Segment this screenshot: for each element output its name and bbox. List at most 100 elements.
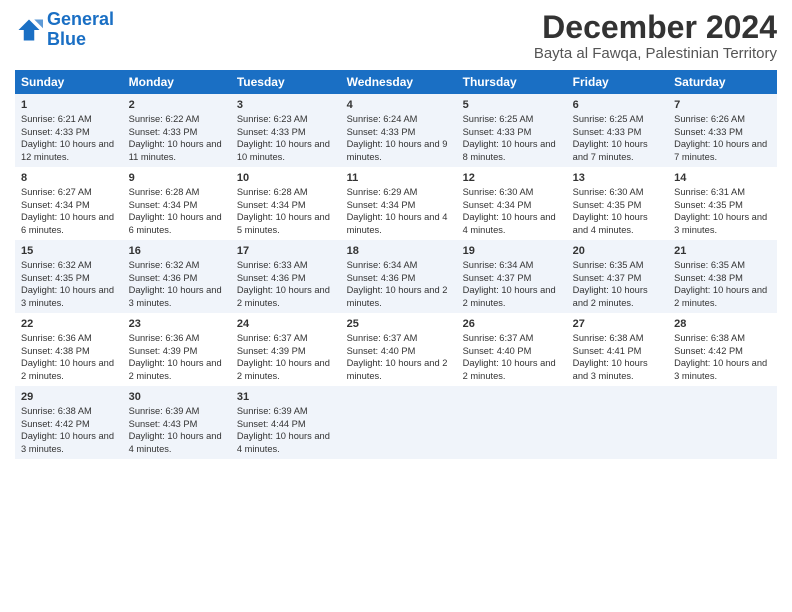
sunset-text: Sunset: 4:37 PM	[573, 272, 663, 285]
sunrise-text: Sunrise: 6:34 AM	[463, 259, 561, 272]
sunrise-text: Sunrise: 6:37 AM	[347, 332, 451, 345]
sunset-text: Sunset: 4:34 PM	[237, 199, 335, 212]
sunrise-text: Sunrise: 6:28 AM	[237, 186, 335, 199]
daylight-text: Daylight: 10 hours and 2 minutes.	[347, 284, 451, 309]
day-cell: 7Sunrise: 6:26 AMSunset: 4:33 PMDaylight…	[668, 94, 777, 167]
day-number: 9	[129, 171, 225, 186]
logo-line1: General	[47, 9, 114, 29]
subtitle: Bayta al Fawqa, Palestinian Territory	[534, 45, 777, 62]
day-cell: 22Sunrise: 6:36 AMSunset: 4:38 PMDayligh…	[15, 313, 123, 386]
sunrise-text: Sunrise: 6:35 AM	[573, 259, 663, 272]
daylight-text: Daylight: 10 hours and 11 minutes.	[129, 138, 225, 163]
day-number: 5	[463, 98, 561, 113]
daylight-text: Daylight: 10 hours and 3 minutes.	[21, 430, 117, 455]
day-cell	[668, 386, 777, 459]
daylight-text: Daylight: 10 hours and 3 minutes.	[21, 284, 117, 309]
sunset-text: Sunset: 4:38 PM	[674, 272, 771, 285]
day-cell: 21Sunrise: 6:35 AMSunset: 4:38 PMDayligh…	[668, 240, 777, 313]
day-number: 8	[21, 171, 117, 186]
day-cell: 6Sunrise: 6:25 AMSunset: 4:33 PMDaylight…	[567, 94, 669, 167]
daylight-text: Daylight: 10 hours and 2 minutes.	[463, 357, 561, 382]
sunset-text: Sunset: 4:34 PM	[463, 199, 561, 212]
sunset-text: Sunset: 4:43 PM	[129, 418, 225, 431]
sunrise-text: Sunrise: 6:38 AM	[573, 332, 663, 345]
logo-icon	[15, 16, 43, 44]
day-number: 22	[21, 317, 117, 332]
day-number: 23	[129, 317, 225, 332]
daylight-text: Daylight: 10 hours and 2 minutes.	[237, 357, 335, 382]
day-number: 29	[21, 390, 117, 405]
day-cell: 5Sunrise: 6:25 AMSunset: 4:33 PMDaylight…	[457, 94, 567, 167]
sunset-text: Sunset: 4:35 PM	[674, 199, 771, 212]
daylight-text: Daylight: 10 hours and 10 minutes.	[237, 138, 335, 163]
day-cell	[457, 386, 567, 459]
day-cell: 3Sunrise: 6:23 AMSunset: 4:33 PMDaylight…	[231, 94, 341, 167]
sunset-text: Sunset: 4:44 PM	[237, 418, 335, 431]
day-cell: 13Sunrise: 6:30 AMSunset: 4:35 PMDayligh…	[567, 167, 669, 240]
sunrise-text: Sunrise: 6:21 AM	[21, 113, 117, 126]
week-row-3: 15Sunrise: 6:32 AMSunset: 4:35 PMDayligh…	[15, 240, 777, 313]
day-cell: 20Sunrise: 6:35 AMSunset: 4:37 PMDayligh…	[567, 240, 669, 313]
col-header-wednesday: Wednesday	[341, 70, 457, 94]
day-cell: 31Sunrise: 6:39 AMSunset: 4:44 PMDayligh…	[231, 386, 341, 459]
sunset-text: Sunset: 4:41 PM	[573, 345, 663, 358]
day-number: 28	[674, 317, 771, 332]
daylight-text: Daylight: 10 hours and 4 minutes.	[129, 430, 225, 455]
col-header-sunday: Sunday	[15, 70, 123, 94]
day-number: 12	[463, 171, 561, 186]
day-number: 13	[573, 171, 663, 186]
sunset-text: Sunset: 4:37 PM	[463, 272, 561, 285]
daylight-text: Daylight: 10 hours and 7 minutes.	[573, 138, 663, 163]
sunset-text: Sunset: 4:38 PM	[21, 345, 117, 358]
calendar-table: SundayMondayTuesdayWednesdayThursdayFrid…	[15, 70, 777, 459]
day-cell: 27Sunrise: 6:38 AMSunset: 4:41 PMDayligh…	[567, 313, 669, 386]
daylight-text: Daylight: 10 hours and 4 minutes.	[347, 211, 451, 236]
daylight-text: Daylight: 10 hours and 7 minutes.	[674, 138, 771, 163]
sunrise-text: Sunrise: 6:30 AM	[573, 186, 663, 199]
sunrise-text: Sunrise: 6:30 AM	[463, 186, 561, 199]
sunrise-text: Sunrise: 6:38 AM	[674, 332, 771, 345]
daylight-text: Daylight: 10 hours and 4 minutes.	[237, 430, 335, 455]
sunrise-text: Sunrise: 6:33 AM	[237, 259, 335, 272]
main-title: December 2024	[534, 10, 777, 45]
sunrise-text: Sunrise: 6:29 AM	[347, 186, 451, 199]
day-number: 31	[237, 390, 335, 405]
day-number: 4	[347, 98, 451, 113]
day-cell: 26Sunrise: 6:37 AMSunset: 4:40 PMDayligh…	[457, 313, 567, 386]
sunrise-text: Sunrise: 6:35 AM	[674, 259, 771, 272]
logo-text: General Blue	[47, 10, 114, 50]
daylight-text: Daylight: 10 hours and 8 minutes.	[463, 138, 561, 163]
sunrise-text: Sunrise: 6:31 AM	[674, 186, 771, 199]
day-number: 2	[129, 98, 225, 113]
daylight-text: Daylight: 10 hours and 2 minutes.	[674, 284, 771, 309]
day-cell: 24Sunrise: 6:37 AMSunset: 4:39 PMDayligh…	[231, 313, 341, 386]
header-row: SundayMondayTuesdayWednesdayThursdayFrid…	[15, 70, 777, 94]
day-cell: 9Sunrise: 6:28 AMSunset: 4:34 PMDaylight…	[123, 167, 231, 240]
day-number: 30	[129, 390, 225, 405]
daylight-text: Daylight: 10 hours and 2 minutes.	[347, 357, 451, 382]
day-number: 6	[573, 98, 663, 113]
sunset-text: Sunset: 4:34 PM	[21, 199, 117, 212]
col-header-thursday: Thursday	[457, 70, 567, 94]
day-cell: 17Sunrise: 6:33 AMSunset: 4:36 PMDayligh…	[231, 240, 341, 313]
sunset-text: Sunset: 4:36 PM	[237, 272, 335, 285]
day-cell: 11Sunrise: 6:29 AMSunset: 4:34 PMDayligh…	[341, 167, 457, 240]
day-number: 20	[573, 244, 663, 259]
sunrise-text: Sunrise: 6:36 AM	[129, 332, 225, 345]
sunrise-text: Sunrise: 6:25 AM	[463, 113, 561, 126]
daylight-text: Daylight: 10 hours and 3 minutes.	[674, 357, 771, 382]
col-header-monday: Monday	[123, 70, 231, 94]
sunrise-text: Sunrise: 6:32 AM	[129, 259, 225, 272]
sunrise-text: Sunrise: 6:24 AM	[347, 113, 451, 126]
sunset-text: Sunset: 4:42 PM	[674, 345, 771, 358]
daylight-text: Daylight: 10 hours and 12 minutes.	[21, 138, 117, 163]
logo: General Blue	[15, 10, 114, 50]
day-cell: 14Sunrise: 6:31 AMSunset: 4:35 PMDayligh…	[668, 167, 777, 240]
sunset-text: Sunset: 4:33 PM	[674, 126, 771, 139]
sunrise-text: Sunrise: 6:39 AM	[129, 405, 225, 418]
day-number: 21	[674, 244, 771, 259]
sunset-text: Sunset: 4:33 PM	[129, 126, 225, 139]
sunrise-text: Sunrise: 6:27 AM	[21, 186, 117, 199]
header: General Blue December 2024 Bayta al Fawq…	[15, 10, 777, 62]
day-number: 11	[347, 171, 451, 186]
